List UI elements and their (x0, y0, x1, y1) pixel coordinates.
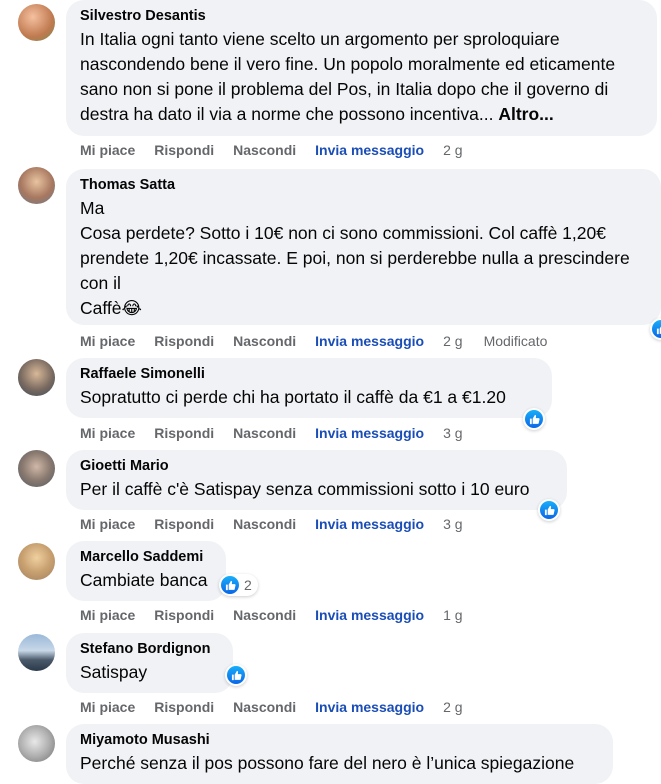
comment-author[interactable]: Miyamoto Musashi (80, 731, 599, 749)
send-message-button[interactable]: Invia messaggio (315, 699, 424, 715)
like-button[interactable]: Mi piace (80, 142, 135, 158)
reply-button[interactable]: Rispondi (154, 425, 214, 441)
comment-author[interactable]: Raffaele Simonelli (80, 365, 538, 383)
comment-author[interactable]: Thomas Satta (80, 176, 647, 194)
like-button[interactable]: Mi piace (80, 607, 135, 623)
avatar[interactable] (18, 4, 55, 41)
reaction-badge[interactable] (538, 499, 560, 521)
comment-bubble: Marcello Saddemi Cambiate banca (66, 541, 226, 601)
comment-actions: Mi piace Rispondi Nascondi Invia messaggio 3… (80, 515, 484, 533)
hide-button[interactable]: Nascondi (233, 516, 296, 532)
send-message-button[interactable]: Invia messaggio (315, 333, 424, 349)
comment-actions: Mi piace Rispondi Nascondi Invia messaggio 1… (80, 606, 484, 624)
hide-button[interactable]: Nascondi (233, 607, 296, 623)
timestamp[interactable]: 2 g (443, 142, 462, 158)
send-message-button[interactable]: Invia messaggio (315, 516, 424, 532)
like-button[interactable]: Mi piace (80, 425, 135, 441)
hide-button[interactable]: Nascondi (233, 699, 296, 715)
send-message-button[interactable]: Invia messaggio (315, 607, 424, 623)
comment-bubble: Stefano Bordignon Satispay (66, 633, 233, 693)
comment-actions: Mi piace Rispondi Nascondi Invia messaggio 3… (80, 424, 484, 442)
avatar[interactable] (18, 359, 55, 396)
like-reaction-icon (525, 410, 543, 428)
comment-text: Ma Cosa perdete? Sotto i 10€ non ci sono… (80, 196, 647, 321)
comment-actions: Mi piace Rispondi Nascondi Invia messaggio 2… (80, 141, 484, 159)
reply-button[interactable]: Rispondi (154, 699, 214, 715)
like-reaction-icon (221, 576, 239, 594)
reaction-badge[interactable]: 2 (219, 574, 258, 596)
reply-button[interactable]: Rispondi (154, 516, 214, 532)
comment-text: In Italia ogni tanto viene scelto un arg… (80, 27, 643, 127)
avatar[interactable] (18, 543, 55, 580)
hide-button[interactable]: Nascondi (233, 142, 296, 158)
reaction-badge[interactable] (225, 664, 247, 686)
send-message-button[interactable]: Invia messaggio (315, 142, 424, 158)
comment-actions: Mi piace Rispondi Nascondi Invia messaggio 2… (80, 698, 484, 716)
comment-author[interactable]: Marcello Saddemi (80, 548, 212, 566)
reaction-count: 2 (244, 577, 252, 593)
comment-text: Cambiate banca (80, 570, 208, 590)
avatar[interactable] (18, 725, 55, 762)
timestamp[interactable]: 2 g (443, 333, 462, 349)
like-reaction-icon (652, 320, 661, 338)
comment-line: Ma (80, 198, 105, 218)
comment-bubble: Silvestro Desantis In Italia ogni tanto … (66, 0, 657, 136)
timestamp[interactable]: 2 g (443, 699, 462, 715)
comment-bubble: Gioetti Mario Per il caffè c'è Satispay … (66, 450, 567, 510)
timestamp[interactable]: 3 g (443, 425, 462, 441)
comment-author[interactable]: Stefano Bordignon (80, 640, 219, 658)
like-button[interactable]: Mi piace (80, 699, 135, 715)
reply-button[interactable]: Rispondi (154, 607, 214, 623)
comment-line: Caffè😂 (80, 298, 142, 318)
comment-bubble: Raffaele Simonelli Sopratutto ci perde c… (66, 358, 552, 418)
avatar[interactable] (18, 167, 55, 204)
see-more-link[interactable]: Altro... (498, 104, 553, 124)
avatar[interactable] (18, 450, 55, 487)
hide-button[interactable]: Nascondi (233, 333, 296, 349)
comment-author[interactable]: Gioetti Mario (80, 457, 553, 475)
reply-button[interactable]: Rispondi (154, 333, 214, 349)
edited-label[interactable]: Modificato (484, 333, 548, 349)
comment-text: Satispay (80, 662, 148, 682)
comment-bubble: Miyamoto Musashi Perché senza il pos pos… (66, 724, 613, 784)
timestamp[interactable]: 1 g (443, 607, 462, 623)
reply-button[interactable]: Rispondi (154, 142, 214, 158)
like-reaction-icon (540, 501, 558, 519)
comment-bubble: Thomas Satta Ma Cosa perdete? Sotto i 10… (66, 169, 661, 325)
reaction-badge[interactable] (650, 318, 661, 340)
comment-text: Per il caffè c'è Satispay senza commissi… (80, 479, 530, 499)
reaction-badge[interactable] (523, 408, 545, 430)
comment-text: Perché senza il pos possono fare del ner… (80, 753, 575, 773)
comment-text: Sopratutto ci perde chi ha portato il ca… (80, 387, 506, 407)
hide-button[interactable]: Nascondi (233, 425, 296, 441)
timestamp[interactable]: 3 g (443, 516, 462, 532)
like-reaction-icon (227, 666, 245, 684)
like-button[interactable]: Mi piace (80, 333, 135, 349)
comment-line: Cosa perdete? Sotto i 10€ non ci sono co… (80, 223, 630, 293)
avatar[interactable] (18, 634, 55, 671)
like-button[interactable]: Mi piace (80, 516, 135, 532)
comment-author[interactable]: Silvestro Desantis (80, 7, 643, 25)
send-message-button[interactable]: Invia messaggio (315, 425, 424, 441)
comment-actions: Mi piace Rispondi Nascondi Invia messaggio 2… (80, 332, 566, 350)
